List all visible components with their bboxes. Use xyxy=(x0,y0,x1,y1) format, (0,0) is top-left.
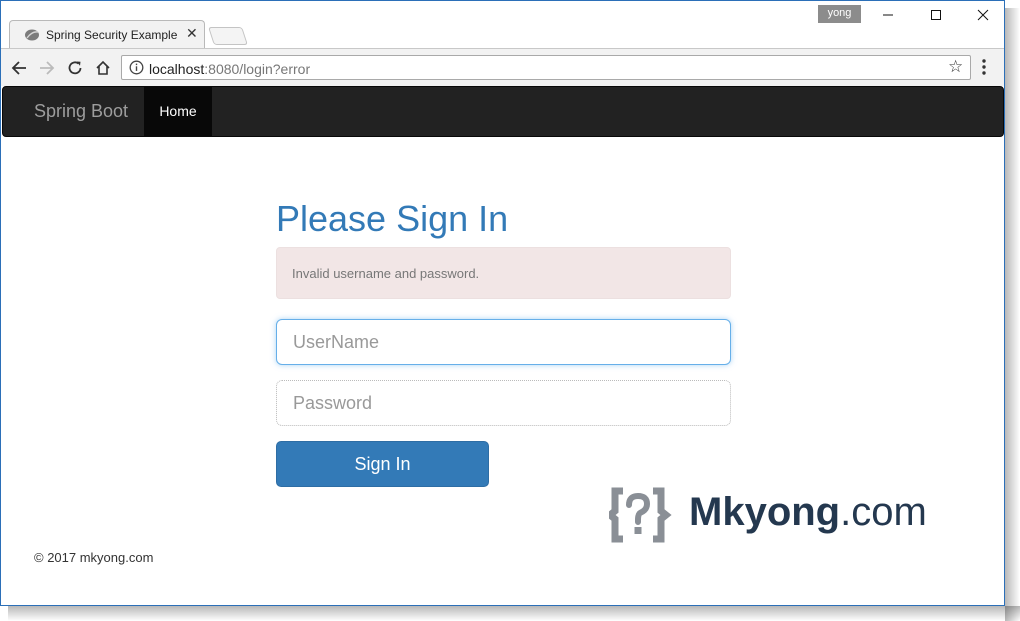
nav-item-home[interactable]: Home xyxy=(144,87,212,136)
logo-suffix: .com xyxy=(840,490,927,534)
window-shadow-bottom xyxy=(8,606,1020,621)
reload-button[interactable] xyxy=(65,58,85,78)
browser-window: Spring Security Example ✕ yong localhost… xyxy=(0,0,1005,606)
info-icon[interactable] xyxy=(129,60,144,75)
new-tab-button[interactable] xyxy=(208,27,248,45)
error-alert: Invalid username and password. xyxy=(276,247,731,299)
home-icon xyxy=(96,60,110,75)
logo-text: Mkyong.com xyxy=(689,490,927,535)
forward-button[interactable] xyxy=(37,58,57,78)
reload-icon xyxy=(68,61,82,75)
tab-title: Spring Security Example xyxy=(46,28,178,42)
maximize-button[interactable] xyxy=(916,3,956,27)
minimize-icon xyxy=(883,14,893,16)
logo-brand: Mkyong xyxy=(689,490,841,534)
window-shadow-right xyxy=(1005,8,1020,621)
error-message: Invalid username and password. xyxy=(292,266,480,281)
leaf-icon xyxy=(25,29,39,41)
home-button[interactable] xyxy=(93,58,113,78)
profile-badge[interactable]: yong xyxy=(818,5,861,23)
browser-toolbar: localhost:8080/login?error ☆ xyxy=(1,48,1004,86)
arrow-left-icon xyxy=(11,61,26,75)
browser-tab[interactable]: Spring Security Example ✕ xyxy=(9,20,205,48)
site-navbar: Spring Boot Home xyxy=(2,86,1004,137)
username-input[interactable] xyxy=(276,319,731,365)
url-path: :8080/login?error xyxy=(204,61,311,77)
url-host: localhost xyxy=(149,61,205,77)
sign-in-button[interactable]: Sign In xyxy=(276,441,489,487)
close-window-button[interactable] xyxy=(963,3,1003,27)
arrow-right-icon xyxy=(40,61,55,75)
password-input[interactable] xyxy=(276,380,731,426)
back-button[interactable] xyxy=(9,58,29,78)
maximize-icon xyxy=(931,10,941,20)
more-vertical-icon[interactable] xyxy=(981,58,987,76)
close-icon xyxy=(977,9,989,21)
url-text: localhost:8080/login?error xyxy=(149,61,310,77)
question-bracket-icon xyxy=(604,487,672,543)
page-title: Please Sign In xyxy=(276,198,509,239)
navbar-brand[interactable]: Spring Boot xyxy=(34,101,128,122)
footer-copyright: © 2017 mkyong.com xyxy=(34,550,154,565)
tab-close-icon[interactable]: ✕ xyxy=(186,25,198,42)
star-icon[interactable]: ☆ xyxy=(948,57,963,77)
tab-strip: Spring Security Example ✕ yong xyxy=(1,1,1004,48)
minimize-button[interactable] xyxy=(868,3,908,27)
mkyong-logo: Mkyong.com xyxy=(604,487,939,543)
address-bar[interactable]: localhost:8080/login?error ☆ xyxy=(121,55,971,80)
